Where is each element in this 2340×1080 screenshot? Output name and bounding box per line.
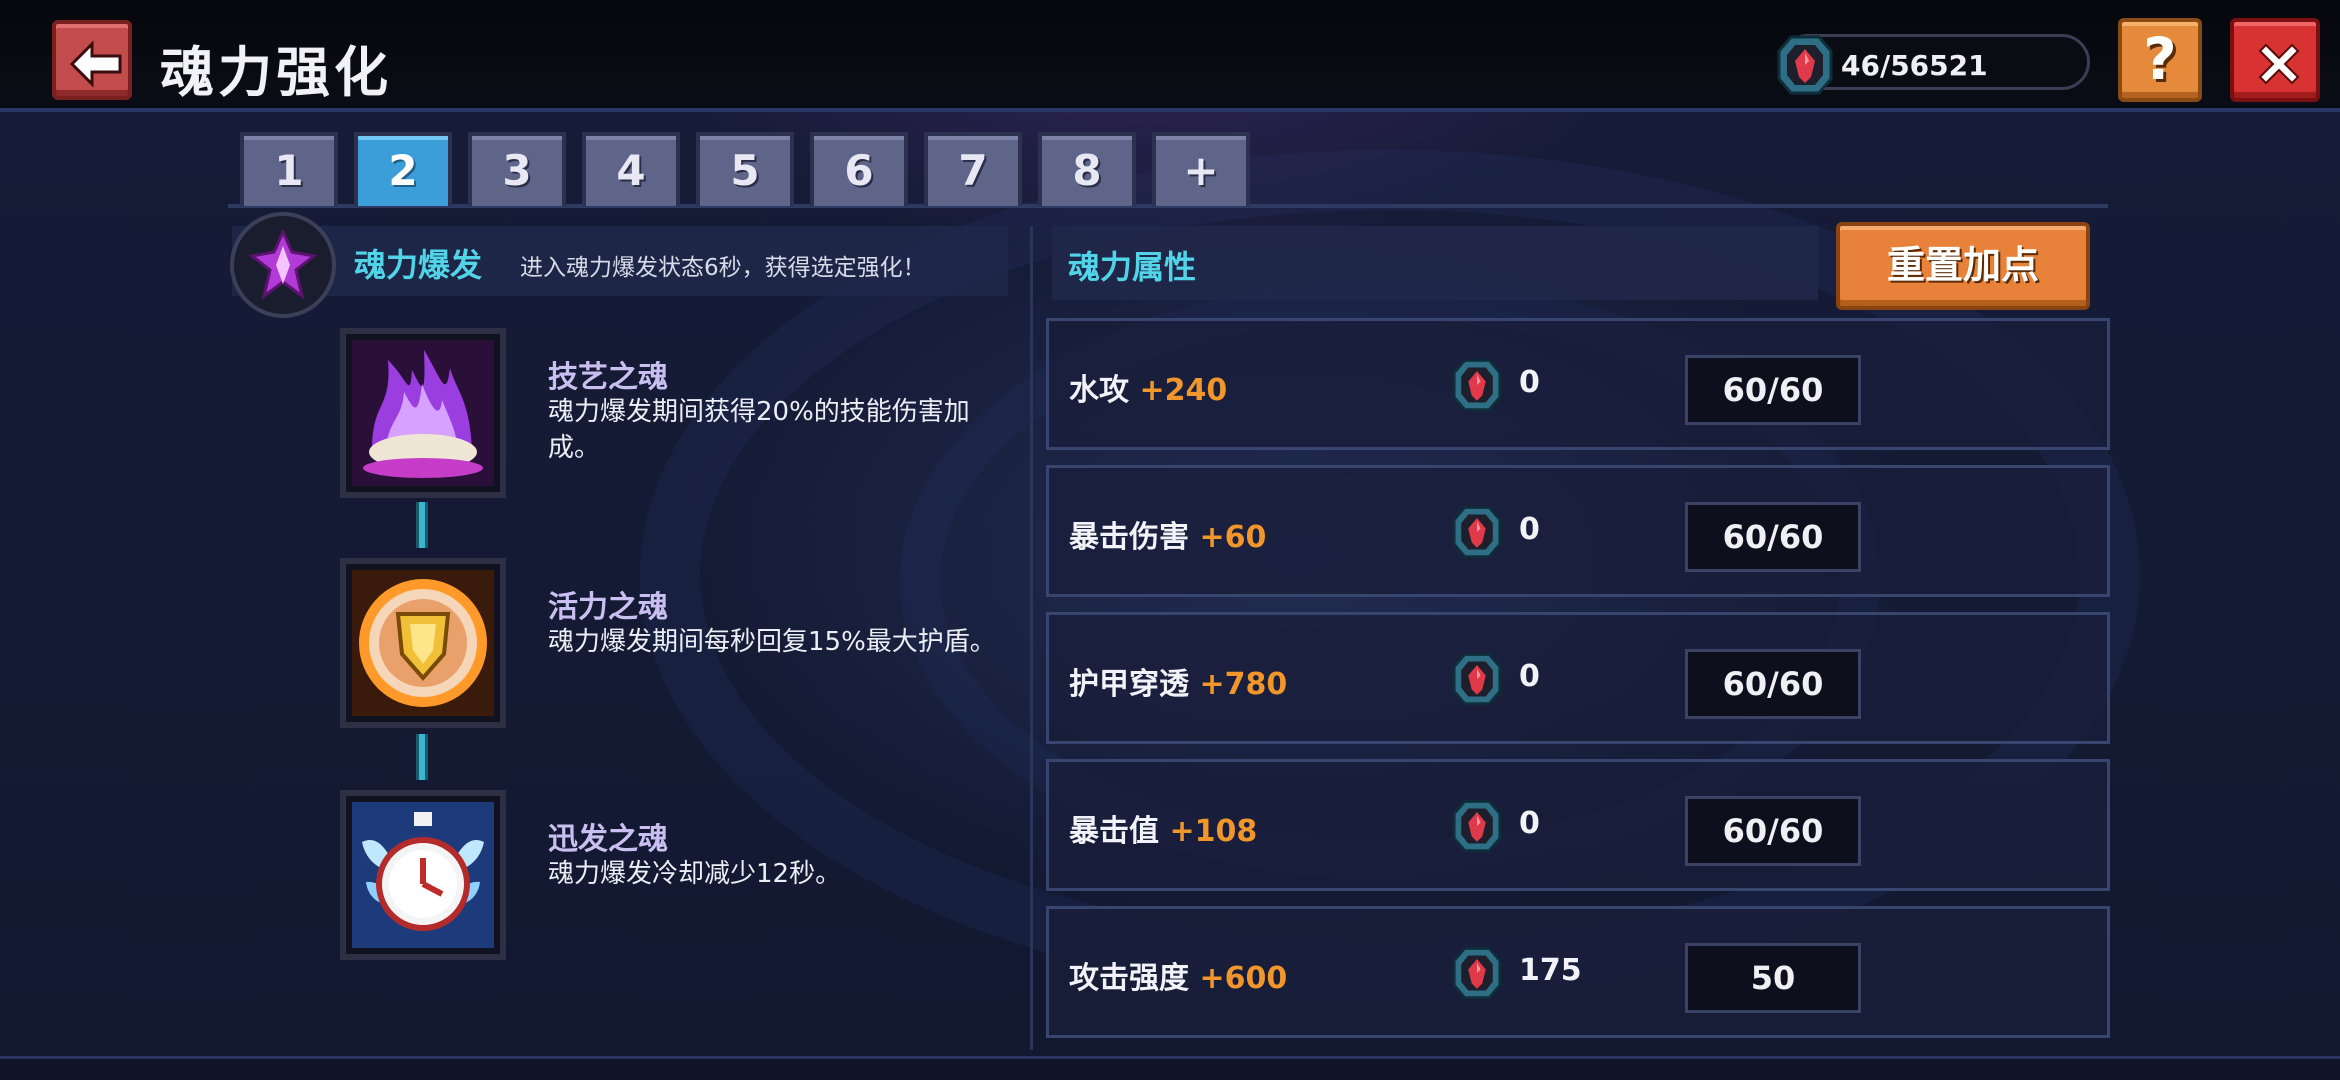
tab-6[interactable]: 6: [810, 132, 908, 206]
close-button[interactable]: [2230, 18, 2320, 102]
attributes-title: 魂力属性: [1068, 248, 1197, 286]
tab-7[interactable]: 7: [924, 132, 1022, 206]
tab-2[interactable]: 2: [354, 132, 452, 206]
tab-add[interactable]: +: [1152, 132, 1250, 206]
skill-card[interactable]: 技艺之魂 魂力爆发期间获得20%的技能伤害加成。: [340, 328, 1020, 498]
skill-description: 魂力爆发期间获得20%的技能伤害加成。: [548, 397, 970, 463]
attribute-cost: 0: [1519, 512, 1540, 547]
soul-gem-icon: [1452, 947, 1502, 999]
attribute-row[interactable]: 护甲穿透 +780 0 60/60: [1046, 612, 2110, 744]
attribute-cost: 175: [1519, 953, 1582, 988]
skill-name: 活力之魂: [548, 590, 668, 625]
bottom-edge: [0, 1056, 2340, 1080]
attribute-name: 攻击强度: [1069, 961, 1189, 996]
skill-name: 迅发之魂: [548, 822, 668, 857]
skill-icon-frame: [340, 328, 506, 498]
back-button[interactable]: [52, 20, 132, 100]
burst-description: 进入魂力爆发状态6秒，获得选定强化！: [520, 255, 926, 281]
skill-card[interactable]: 活力之魂 魂力爆发期间每秒回复15%最大护盾。: [340, 558, 1020, 728]
attribute-level: 50: [1685, 943, 1861, 1013]
attribute-name: 水攻: [1069, 373, 1129, 408]
panel-divider: [1030, 226, 1033, 1050]
back-arrow-icon: [69, 40, 122, 88]
attribute-row[interactable]: 攻击强度 +600 175 50: [1046, 906, 2110, 1038]
attribute-label: 暴击伤害 +60: [1069, 512, 1266, 556]
soul-gem-icon: [1777, 35, 1833, 95]
golden-shield-icon: [352, 570, 494, 716]
skill-card[interactable]: 迅发之魂 魂力爆发冷却减少12秒。: [340, 790, 1020, 960]
skill-description: 魂力爆发期间每秒回复15%最大护盾。: [548, 627, 996, 657]
skill-icon-frame: [340, 558, 506, 728]
soul-gem-icon: [1452, 800, 1502, 852]
close-icon: [2258, 43, 2300, 85]
attribute-level: 60/60: [1685, 355, 1861, 425]
attribute-name: 暴击值: [1069, 814, 1159, 849]
attribute-bonus: +780: [1199, 667, 1288, 702]
attribute-name: 护甲穿透: [1069, 667, 1189, 702]
skill-icon-frame: [340, 790, 506, 960]
attribute-label: 护甲穿透 +780: [1069, 659, 1287, 703]
tab-8[interactable]: 8: [1038, 132, 1136, 206]
tab-1[interactable]: 1: [240, 132, 338, 206]
purple-flame-icon: [352, 340, 494, 486]
soul-gem-icon: [1452, 506, 1502, 558]
soul-gem-icon: [1452, 653, 1502, 705]
attribute-row[interactable]: 水攻 +240 0 60/60: [1046, 318, 2110, 450]
page-title: 魂力强化: [160, 41, 392, 104]
attribute-row[interactable]: 暴击伤害 +60 0 60/60: [1046, 465, 2110, 597]
currency-value: 46/56521: [1841, 49, 1988, 82]
attribute-level: 60/60: [1685, 502, 1861, 572]
attribute-label: 暴击值 +108: [1069, 806, 1257, 850]
purple-crystal-icon: [248, 230, 318, 300]
attribute-level: 60/60: [1685, 649, 1861, 719]
tab-5[interactable]: 5: [696, 132, 794, 206]
attribute-label: 攻击强度 +600: [1069, 953, 1287, 997]
attribute-bonus: +108: [1169, 814, 1258, 849]
attribute-name: 暴击伤害: [1069, 520, 1189, 555]
attribute-bonus: +600: [1199, 961, 1288, 996]
attribute-cost: 0: [1519, 659, 1540, 694]
soul-gem-icon: [1452, 359, 1502, 411]
reset-points-button[interactable]: 重置加点: [1836, 222, 2090, 310]
attribute-level: 60/60: [1685, 796, 1861, 866]
skill-connector: [416, 734, 428, 780]
tab-4[interactable]: 4: [582, 132, 680, 206]
attribute-label: 水攻 +240: [1069, 365, 1227, 409]
winged-stopwatch-icon: [352, 802, 494, 948]
help-button[interactable]: ?: [2118, 18, 2202, 102]
attribute-cost: 0: [1519, 365, 1540, 400]
attribute-cost: 0: [1519, 806, 1540, 841]
skill-name: 技艺之魂: [548, 360, 668, 395]
soul-currency: 46/56521: [1777, 34, 2090, 95]
attribute-bonus: +240: [1139, 373, 1228, 408]
skill-connector: [416, 502, 428, 548]
skill-description: 魂力爆发冷却减少12秒。: [548, 859, 842, 889]
burst-title: 魂力爆发: [354, 246, 483, 284]
attribute-bonus: +60: [1199, 520, 1267, 555]
tab-3[interactable]: 3: [468, 132, 566, 206]
attribute-row[interactable]: 暴击值 +108 0 60/60: [1046, 759, 2110, 891]
burst-icon-frame: [230, 212, 336, 318]
